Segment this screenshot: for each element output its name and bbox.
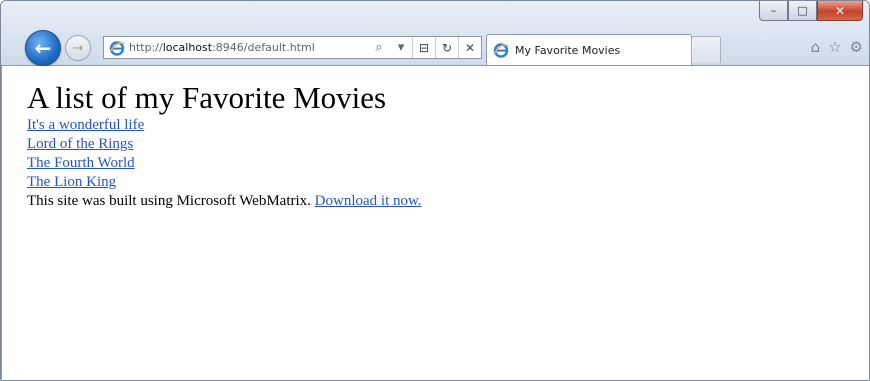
page-viewport: A list of my Favorite Movies It's a wond… bbox=[1, 66, 869, 380]
window-controls: – □ ✕ bbox=[759, 1, 863, 22]
close-button[interactable]: ✕ bbox=[817, 1, 863, 21]
footer-text: This site was built using Microsoft WebM… bbox=[27, 192, 422, 211]
forward-arrow-icon: → bbox=[72, 40, 84, 56]
settings-gear-icon[interactable]: ⚙ bbox=[850, 38, 863, 56]
page-title: A list of my Favorite Movies bbox=[27, 80, 387, 115]
ie-logo-icon bbox=[493, 43, 509, 58]
movie-link-2[interactable]: Lord of the Rings bbox=[27, 135, 422, 154]
stop-icon[interactable]: ✕ bbox=[458, 37, 481, 58]
address-tools: ⌕ ▾ ⊟ ↻ ✕ bbox=[368, 37, 481, 58]
new-tab-button[interactable] bbox=[691, 36, 721, 63]
url-host: localhost bbox=[162, 41, 213, 54]
download-link[interactable]: Download it now. bbox=[315, 193, 422, 209]
url-scheme: http:// bbox=[129, 41, 163, 54]
compatibility-view-icon[interactable]: ⊟ bbox=[412, 37, 435, 58]
browser-titlebar: – □ ✕ ← → http://localhost:8946/default.… bbox=[1, 1, 869, 66]
search-icon[interactable]: ⌕ bbox=[368, 37, 390, 58]
browser-tools: ⌂ ☆ ⚙ bbox=[811, 38, 863, 56]
back-arrow-icon: ← bbox=[34, 36, 52, 60]
movie-link-3[interactable]: The Fourth World bbox=[27, 154, 422, 173]
browser-window: – □ ✕ ← → http://localhost:8946/default.… bbox=[0, 0, 870, 381]
address-bar[interactable]: http://localhost:8946/default.html ⌕ ▾ ⊟… bbox=[103, 36, 482, 59]
favorites-star-icon[interactable]: ☆ bbox=[828, 38, 841, 56]
tab-title: My Favorite Movies bbox=[515, 43, 621, 57]
page-body: A list of my Favorite Movies It's a wond… bbox=[27, 80, 422, 211]
refresh-icon[interactable]: ↻ bbox=[435, 37, 458, 58]
url-path: :8946/default.html bbox=[212, 41, 315, 54]
ie-logo-icon bbox=[109, 40, 125, 56]
tab-my-favorite-movies[interactable]: My Favorite Movies bbox=[486, 34, 692, 65]
movie-link-1[interactable]: It's a wonderful life bbox=[27, 116, 422, 135]
maximize-button[interactable]: □ bbox=[788, 1, 817, 21]
home-icon[interactable]: ⌂ bbox=[811, 38, 821, 56]
forward-button[interactable]: → bbox=[65, 35, 91, 61]
address-url[interactable]: http://localhost:8946/default.html bbox=[129, 41, 315, 54]
movie-link-4[interactable]: The Lion King bbox=[27, 173, 422, 192]
back-button[interactable]: ← bbox=[25, 30, 61, 66]
minimize-button[interactable]: – bbox=[759, 1, 788, 21]
dropdown-icon[interactable]: ▾ bbox=[390, 37, 412, 58]
footer-label: This site was built using Microsoft WebM… bbox=[27, 193, 315, 209]
